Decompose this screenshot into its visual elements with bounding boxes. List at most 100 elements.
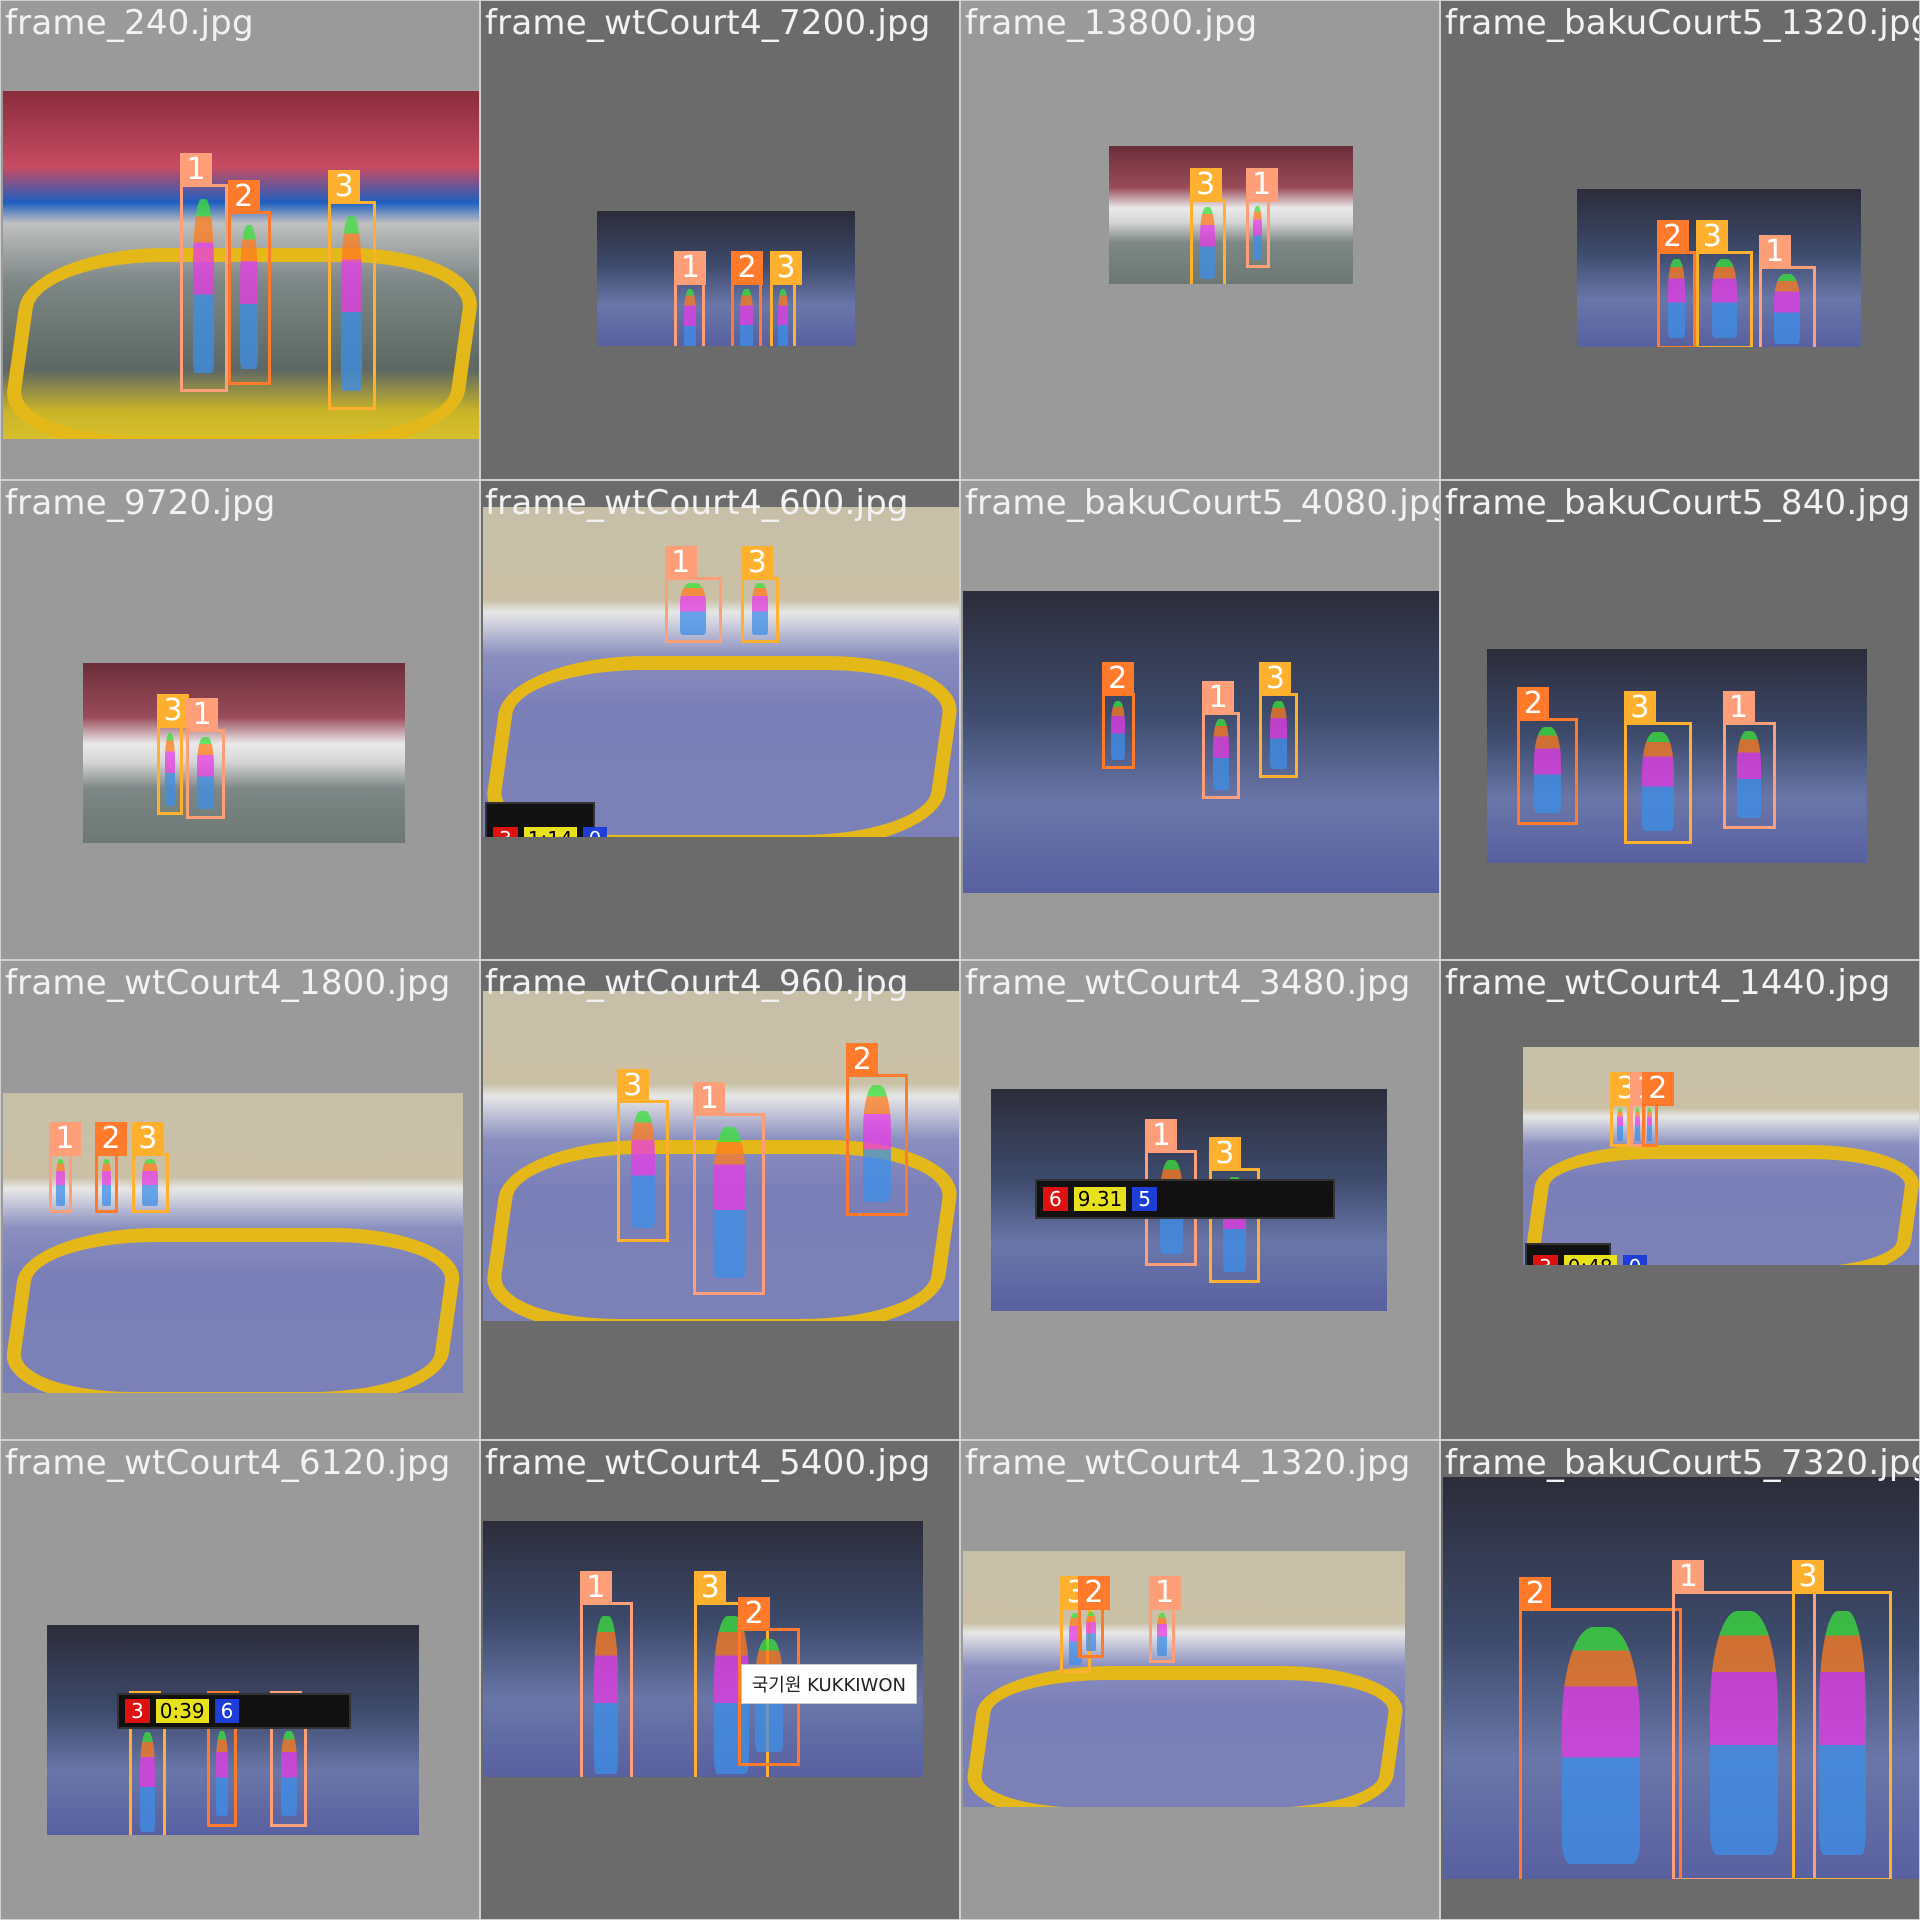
- player-id-tag: 1: [1245, 168, 1278, 203]
- frame-image: 32130:530: [963, 1551, 1405, 1807]
- player-id-tag: 2: [731, 250, 764, 285]
- grid-tile: frame_wtCourt4_6120.jpg 3 2130:396: [0, 1440, 480, 1920]
- player-id-tag: 1: [1202, 680, 1234, 715]
- match-clock: 0:48: [1563, 1255, 1617, 1265]
- frame-filename-label: frame_wtCourt4_7200.jpg: [485, 3, 931, 43]
- grid-tile: frame_wtCourt4_7200.jpg 1 2 3: [480, 0, 960, 480]
- frame-image: 1 3 3 1:14 0: [483, 507, 959, 837]
- frame-filename-label: frame_240.jpg: [5, 3, 254, 43]
- frame-image: 231: [1487, 649, 1867, 863]
- player-id-tag: 1: [693, 1082, 726, 1117]
- match-clock: 0:39: [155, 1699, 209, 1723]
- player-id-tag: 2: [1641, 1072, 1674, 1107]
- player-detection-box: 3: [328, 170, 376, 410]
- player-detection-box: 3: [1259, 662, 1298, 779]
- player-id-tag: 2: [95, 1122, 127, 1156]
- player-id-tag: 3: [157, 694, 190, 729]
- player-id-tag: 3: [616, 1069, 649, 1104]
- frame-image: 213: [1443, 1477, 1919, 1879]
- frame-image: 1 3 6 9.31 5: [991, 1089, 1387, 1311]
- player-id-tag: 2: [1101, 662, 1134, 697]
- frame-filename-label: frame_wtCourt4_6120.jpg: [5, 1443, 451, 1483]
- frame-image: 1 3 2 국기원 KUKKIWON: [483, 1521, 923, 1777]
- frame-image: 12 3: [3, 91, 479, 439]
- player-detection-box: 3: [1623, 690, 1693, 844]
- player-detection-box: 3: [769, 250, 802, 346]
- image-grid: frame_240.jpg 1 2 3 frame_wtCourt4_7200.jpg 1…: [0, 0, 1920, 1920]
- frame-image: 31230:480: [1523, 1047, 1919, 1265]
- player-detection-box: 3: [1189, 168, 1227, 284]
- grid-tile: frame_13800.jpg 3 1: [960, 0, 1440, 480]
- player-detection-box: 3: [128, 1691, 167, 1835]
- player-id-tag: 1: [1145, 1119, 1178, 1154]
- frame-filename-label: frame_bakuCourt5_7320.jpg: [1445, 1443, 1920, 1483]
- grid-tile: frame_wtCourt4_3480.jpg 1 3 6 9.31 5: [960, 960, 1440, 1440]
- red-score: 3: [125, 1699, 150, 1723]
- red-score: 3: [1533, 1255, 1558, 1265]
- frame-image: 3 2130:396: [47, 1625, 419, 1835]
- grid-tile: frame_wtCourt4_1440.jpg31230:480: [1440, 960, 1920, 1440]
- scoreboard: 3 1:14 0: [485, 802, 608, 837]
- frame-image: 231: [1577, 189, 1861, 347]
- frame-filename-label: frame_wtCourt4_1320.jpg: [965, 1443, 1411, 1483]
- player-id-tag: 2: [1519, 1576, 1552, 1611]
- player-id-tag: 3: [1189, 168, 1222, 203]
- frame-image: 1235: [3, 1093, 463, 1393]
- player-id-tag: 1: [579, 1571, 612, 1606]
- player-detection-box: 2: [206, 1691, 239, 1828]
- grid-tile: frame_wtCourt4_600.jpg 1 3 3 1:14 0: [480, 480, 960, 960]
- player-detection-box: 2: [1101, 662, 1136, 769]
- grid-tile: frame_bakuCourt5_4080.jpg 2 1 3: [960, 480, 1440, 960]
- player-id-tag: 1: [179, 152, 212, 187]
- scoreboard: 3 0:48 0: [1525, 1243, 1648, 1265]
- player-detection-box: 1: [1148, 1575, 1181, 1663]
- player-detection-box: 2: [846, 1042, 909, 1216]
- player-detection-box: 1: [1245, 168, 1278, 269]
- player-id-tag: 1: [674, 250, 707, 285]
- grid-tile: frame_9720.jpg 3 1: [0, 480, 480, 960]
- frame-filename-label: frame_bakuCourt5_840.jpg: [1445, 483, 1911, 523]
- player-detection-box: 1: [664, 545, 722, 643]
- player-detection-box: 1: [674, 250, 707, 346]
- player-detection-box: 1: [1202, 680, 1241, 800]
- player-detection-box: 3: [1791, 1560, 1893, 1879]
- player-detection-box: 1: [49, 1122, 81, 1213]
- player-id-tag: 3: [1259, 662, 1292, 697]
- grid-tile: frame_wtCourt4_960.jpg 3 1 2: [480, 960, 960, 1440]
- player-id-tag: 1: [186, 698, 219, 732]
- frame-image: 31: [1109, 146, 1353, 284]
- player-detection-box: 1: [186, 698, 225, 819]
- player-id-tag: 3: [1623, 690, 1656, 725]
- frame-filename-label: frame_wtCourt4_5400.jpg: [485, 1443, 931, 1483]
- player-detection-box: 1: [579, 1571, 633, 1777]
- grid-tile: frame_wtCourt4_5400.jpg 1 3 2 국기원 KUKKIWON: [480, 1440, 960, 1920]
- blue-score: 6: [214, 1699, 240, 1723]
- grid-tile: frame_240.jpg 1 2 3: [0, 0, 480, 480]
- player-id-tag: 3: [1208, 1136, 1241, 1171]
- player-id-tag: 2: [738, 1596, 771, 1631]
- frame-filename-label: frame_13800.jpg: [965, 3, 1258, 43]
- blue-score: 0: [582, 827, 608, 837]
- player-detection-box: 2: [95, 1122, 127, 1213]
- player-id-tag: 2: [1656, 219, 1689, 254]
- player-detection-box: 3: [616, 1069, 670, 1243]
- player-detection-box: 3: [131, 1122, 169, 1213]
- player-detection-box: 3: [1696, 219, 1754, 347]
- grid-tile: frame_bakuCourt5_840.jpg 2 3 1: [1440, 480, 1920, 960]
- match-clock: 9.31: [1073, 1187, 1127, 1211]
- player-id-tag: 1: [1722, 690, 1755, 725]
- frame-filename-label: frame_wtCourt4_960.jpg: [485, 963, 909, 1003]
- player-id-tag: 1: [1148, 1575, 1181, 1610]
- player-id-tag: 2: [227, 180, 260, 215]
- player-id-tag: 3: [131, 1122, 164, 1156]
- player-id-tag: 3: [328, 170, 361, 205]
- frame-image: 123: [597, 211, 855, 346]
- frame-image: 2 13: [963, 591, 1439, 893]
- player-id-tag: 3: [1696, 219, 1729, 254]
- player-detection-box: 2: [227, 180, 271, 386]
- frame-image: 3 1 2: [483, 991, 959, 1321]
- player-id-tag: 3: [769, 250, 802, 285]
- player-detection-box: 2: [731, 250, 764, 346]
- player-detection-box: 1: [179, 152, 228, 393]
- player-detection-box: 1: [1758, 235, 1816, 347]
